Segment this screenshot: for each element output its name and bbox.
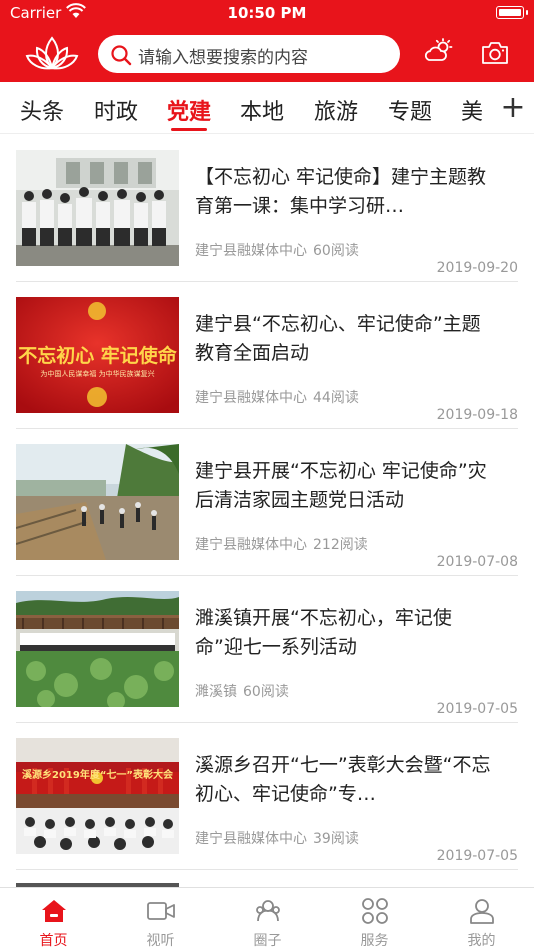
- list-item[interactable]: 不忘初心 牢记使命 为中国人民谋幸福 为中华民族谋复兴 建宁县“不忘初心、牢记使…: [16, 282, 518, 429]
- article-read-count: 212阅读: [313, 537, 368, 553]
- article-meta: 建宁县融媒体中心 212阅读: [195, 534, 368, 554]
- tab-topics[interactable]: 专题: [388, 94, 432, 126]
- weather-icon[interactable]: [424, 38, 454, 68]
- article-date: 2019-07-08: [436, 554, 518, 570]
- tab-party-building[interactable]: 党建: [167, 94, 211, 126]
- article-read-count: 60阅读: [243, 684, 289, 700]
- bottom-tab-bar: 首页 视听 圈子 服务 我的: [0, 887, 534, 950]
- article-title[interactable]: 溪源乡召开“七一”表彰大会暨“不忘初心、牢记使命”专…: [195, 751, 495, 811]
- article-meta: 建宁县融媒体中心 44阅读: [195, 387, 359, 407]
- article-date: 2019-07-05: [436, 848, 518, 864]
- article-date: 2019-09-18: [436, 407, 518, 423]
- search-icon: [110, 44, 132, 70]
- video-icon: [147, 897, 175, 925]
- article-read-count: 44阅读: [313, 390, 359, 406]
- list-item[interactable]: 溪源乡2019年度“七一”表彰大会 溪源乡召开“七一”表彰大会暨“不忘初心、牢记…: [16, 723, 518, 870]
- article-read-count: 39阅读: [313, 831, 359, 847]
- article-thumbnail: [16, 150, 179, 266]
- article-source: 建宁县融媒体中心: [195, 243, 307, 259]
- tabbar-label: 圈子: [253, 933, 282, 949]
- list-item[interactable]: 濉溪镇开展“不忘初心，牢记使命”迎七一系列活动 濉溪镇 60阅读 2019-07-…: [16, 576, 518, 723]
- search-bar[interactable]: 请输入想要搜索的内容: [98, 35, 400, 73]
- list-item[interactable]: 【不忘初心 牢记使命】建宁主题教育第一课：集中学习研… 建宁县融媒体中心 60阅读…: [16, 135, 518, 282]
- tab-local[interactable]: 本地: [240, 94, 284, 126]
- services-icon: [361, 897, 389, 925]
- tabbar-circle[interactable]: 圈子: [214, 888, 321, 951]
- tab-beauty[interactable]: 美: [461, 94, 483, 126]
- article-date: 2019-09-20: [436, 260, 518, 276]
- thumbnail-subcaption: 为中国人民谋幸福 为中华民族谋复兴: [40, 370, 155, 378]
- article-title[interactable]: 【不忘初心 牢记使命】建宁主题教育第一课：集中学习研…: [195, 163, 495, 223]
- tabbar-services[interactable]: 服务: [321, 888, 428, 951]
- tabbar-label: 我的: [467, 933, 496, 949]
- article-meta: 建宁县融媒体中心 39阅读: [195, 828, 359, 848]
- article-thumbnail: [16, 591, 179, 707]
- article-source: 建宁县融媒体中心: [195, 390, 307, 406]
- thumbnail-caption: 溪源乡2019年度“七一”表彰大会: [22, 770, 173, 781]
- header: 请输入想要搜索的内容: [0, 26, 534, 82]
- battery-icon: [496, 6, 528, 19]
- article-thumbnail: 不忘初心 牢记使命 为中国人民谋幸福 为中华民族谋复兴: [16, 297, 179, 413]
- category-tabs: 头条 时政 党建 本地 旅游 专题 美 +: [0, 82, 534, 134]
- profile-icon: [468, 897, 496, 925]
- add-tab-button[interactable]: +: [492, 90, 534, 126]
- article-title[interactable]: 濉溪镇开展“不忘初心，牢记使命”迎七一系列活动: [195, 604, 495, 664]
- tab-headlines[interactable]: 头条: [20, 94, 64, 126]
- tab-politics[interactable]: 时政: [94, 94, 138, 126]
- tabbar-home[interactable]: 首页: [0, 888, 107, 951]
- tabbar-label: 服务: [360, 933, 389, 949]
- lotus-logo-icon[interactable]: [24, 34, 80, 74]
- article-date: 2019-07-05: [436, 701, 518, 717]
- tab-travel[interactable]: 旅游: [314, 94, 358, 126]
- list-item[interactable]: 建宁县开展“不忘初心 牢记使命”灾后清洁家园主题党日活动 建宁县融媒体中心 212…: [16, 429, 518, 576]
- tabbar-label: 首页: [39, 933, 68, 949]
- article-meta: 建宁县融媒体中心 60阅读: [195, 240, 359, 260]
- article-thumbnail: 溪源乡2019年度“七一”表彰大会: [16, 738, 179, 854]
- article-thumbnail: [16, 444, 179, 560]
- home-icon: [40, 897, 68, 925]
- clock: 10:50 PM: [227, 4, 307, 22]
- camera-icon[interactable]: [481, 41, 509, 69]
- article-list[interactable]: 【不忘初心 牢记使命】建宁主题教育第一课：集中学习研… 建宁县融媒体中心 60阅读…: [0, 135, 534, 887]
- circle-icon: [254, 897, 282, 925]
- article-title[interactable]: 建宁县“不忘初心、牢记使命”主题教育全面启动: [195, 310, 495, 370]
- article-source: 建宁县融媒体中心: [195, 831, 307, 847]
- article-read-count: 60阅读: [313, 243, 359, 259]
- article-title[interactable]: 建宁县开展“不忘初心 牢记使命”灾后清洁家园主题党日活动: [195, 457, 495, 517]
- tabbar-video[interactable]: 视听: [107, 888, 214, 951]
- article-meta: 濉溪镇 60阅读: [195, 681, 289, 701]
- status-bar: Carrier 10:50 PM: [0, 0, 534, 26]
- article-source: 濉溪镇: [195, 684, 237, 700]
- search-placeholder: 请输入想要搜索的内容: [138, 48, 308, 68]
- article-source: 建宁县融媒体中心: [195, 537, 307, 553]
- tabbar-label: 视听: [146, 933, 175, 949]
- active-tab-indicator: [171, 128, 207, 131]
- tabbar-profile[interactable]: 我的: [428, 888, 534, 951]
- thumbnail-caption: 不忘初心 牢记使命: [18, 345, 177, 367]
